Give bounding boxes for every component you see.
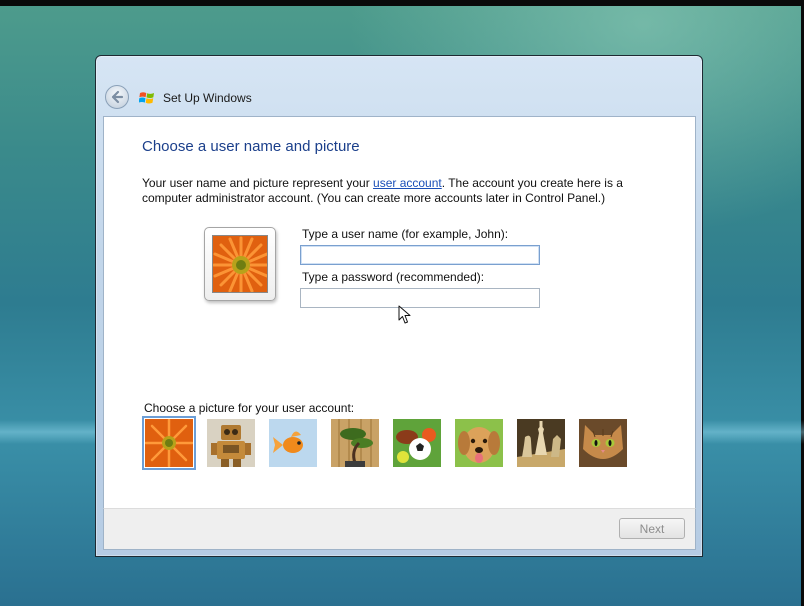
picture-option-chess[interactable] <box>517 419 565 467</box>
picture-option-flower[interactable] <box>142 416 196 470</box>
picture-option-goldfish[interactable] <box>269 419 317 467</box>
next-button[interactable]: Next <box>619 518 685 539</box>
sports-balls-thumbnail-icon <box>393 419 441 467</box>
picture-option-sports-balls[interactable] <box>393 419 441 467</box>
bonsai-thumbnail-icon <box>331 419 379 467</box>
page-description: Your user name and picture represent you… <box>142 176 662 206</box>
user-account-link[interactable]: user account <box>373 176 442 190</box>
back-button[interactable] <box>105 85 129 109</box>
password-input[interactable] <box>300 288 540 308</box>
goldfish-thumbnail-icon <box>269 419 317 467</box>
picture-option-robot[interactable] <box>207 419 255 467</box>
page-title: Choose a user name and picture <box>142 138 360 155</box>
picture-option-kitten[interactable] <box>579 419 627 467</box>
description-text: Your user name and picture represent you… <box>142 176 374 190</box>
password-label: Type a password (recommended): <box>302 270 485 284</box>
picture-chooser-label: Choose a picture for your user account: <box>144 401 355 415</box>
picture-option-puppy[interactable] <box>455 419 503 467</box>
user-picture-preview <box>204 227 276 301</box>
flower-thumbnail-icon <box>145 419 193 467</box>
username-label: Type a user name (for example, John): <box>302 227 509 241</box>
chess-thumbnail-icon <box>517 419 565 467</box>
mouse-cursor-icon <box>398 305 411 324</box>
back-arrow-icon <box>111 90 124 104</box>
screen-top-border <box>0 0 804 6</box>
picture-option-bonsai[interactable] <box>331 419 379 467</box>
window-title: Set Up Windows <box>163 91 252 105</box>
puppy-thumbnail-icon <box>455 419 503 467</box>
username-input[interactable] <box>300 245 540 265</box>
flower-picture <box>213 236 267 292</box>
title-bar: Set Up Windows <box>96 56 702 116</box>
footer-bar: Next <box>103 508 696 550</box>
windows-logo-icon <box>139 92 154 104</box>
kitten-thumbnail-icon <box>579 419 627 467</box>
robot-thumbnail-icon <box>207 419 255 467</box>
